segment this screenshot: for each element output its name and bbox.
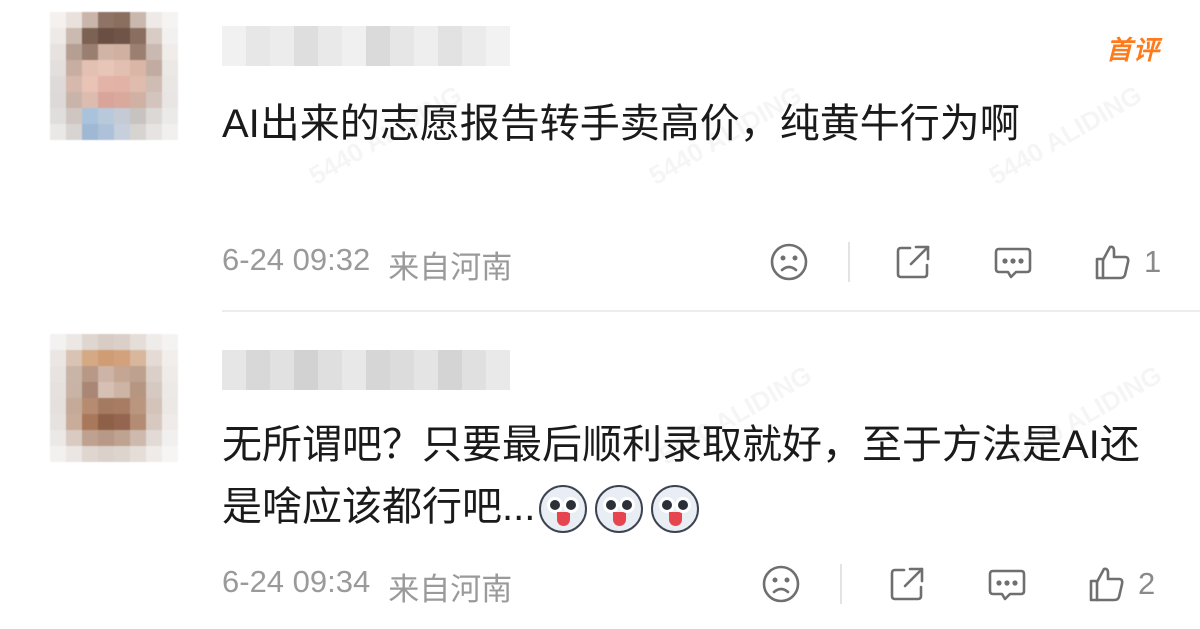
comment-date: 6-24 09:34 (222, 564, 371, 599)
username-blurred[interactable] (222, 26, 510, 66)
avatar[interactable] (50, 12, 178, 140)
like-count: 1 (1144, 244, 1162, 279)
share-button[interactable] (892, 240, 934, 284)
divider (840, 564, 842, 604)
thumbs-up-icon (1095, 245, 1130, 280)
comment-item: 首评 AI出来的志愿报告转手卖高价，纯黄牛行为啊 6-24 09:32 来自河南 (0, 0, 1200, 300)
thumbs-up-icon (1089, 567, 1124, 602)
sad-face-icon (762, 565, 800, 603)
like-button[interactable]: 1 (1092, 240, 1161, 284)
first-comment-badge: 首评 (1105, 35, 1160, 65)
comment-actions: 2 (760, 562, 1180, 606)
comment-actions: 1 (760, 240, 1180, 284)
comment-divider (222, 310, 1200, 312)
sad-face-icon (770, 243, 808, 281)
comment-location: 来自河南 (388, 572, 513, 607)
comment-text: 无所谓吧？只要最后顺利录取就好，至于方法是AI还是啥应该都行吧... (222, 414, 1162, 538)
divider (848, 242, 850, 282)
comment-location: 来自河南 (388, 250, 513, 285)
share-icon (896, 245, 930, 279)
comment-button[interactable] (992, 240, 1034, 284)
share-icon (890, 567, 924, 601)
comment-button[interactable] (986, 562, 1028, 606)
like-count: 2 (1138, 566, 1156, 601)
comment-icon (988, 569, 1026, 601)
avatar[interactable] (50, 334, 178, 462)
comment-meta: 6-24 09:34 来自河南 (222, 564, 512, 609)
share-button[interactable] (886, 562, 928, 606)
comment-icon (994, 247, 1032, 279)
like-button[interactable]: 2 (1086, 562, 1155, 606)
comment-item: 无所谓吧？只要最后顺利录取就好，至于方法是AI还是啥应该都行吧... 6-24 … (0, 320, 1200, 629)
comment-text: AI出来的志愿报告转手卖高价，纯黄牛行为啊 (222, 102, 1020, 146)
husky-emoji-icon (651, 485, 700, 534)
comment-meta: 6-24 09:32 来自河南 (222, 242, 512, 287)
husky-emoji-icon (595, 485, 644, 534)
comment-date: 6-24 09:32 (222, 242, 371, 277)
emoji-group (539, 485, 700, 534)
dislike-button[interactable] (768, 240, 810, 284)
dislike-button[interactable] (760, 562, 802, 606)
husky-emoji-icon (539, 485, 588, 534)
username-blurred[interactable] (222, 350, 510, 390)
